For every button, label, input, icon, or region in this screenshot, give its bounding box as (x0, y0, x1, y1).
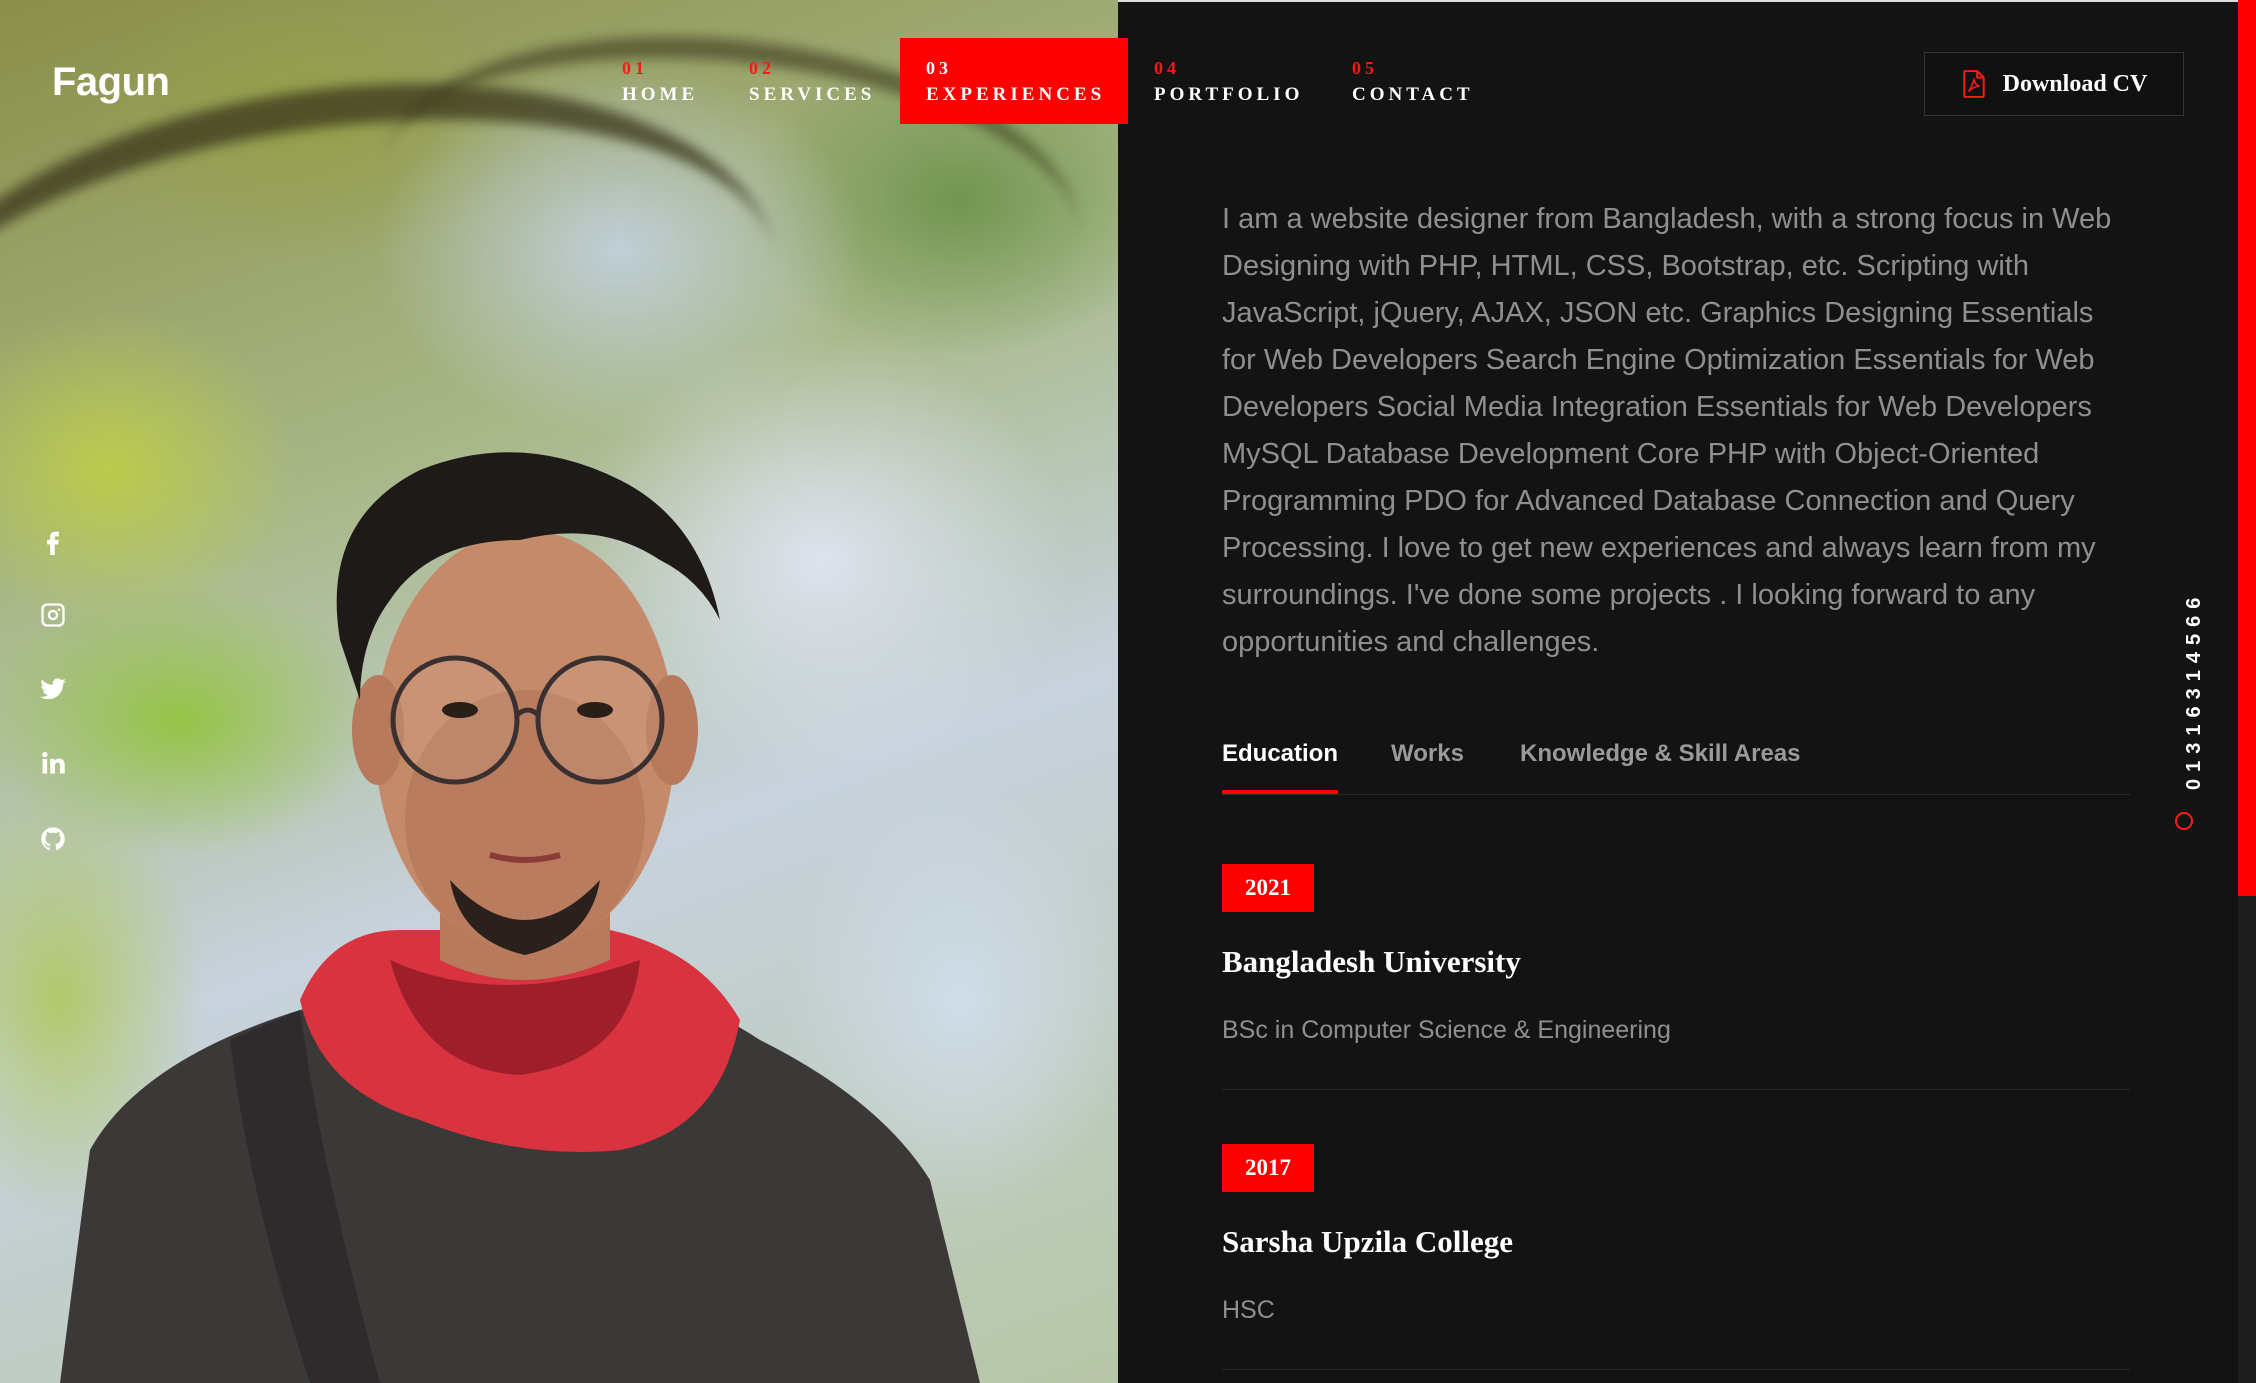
about-text: I am a website designer from Bangladesh,… (1222, 203, 2112, 658)
divider (1222, 1089, 2130, 1090)
download-cv-label: Download CV (2002, 70, 2148, 97)
nav-services[interactable]: 02 SERVICES (749, 38, 875, 124)
instagram-icon[interactable] (36, 598, 70, 632)
github-icon[interactable] (36, 822, 70, 856)
linkedin-icon[interactable] (36, 746, 70, 780)
nav-label: CONTACT (1352, 84, 1474, 105)
phone-number-text: 01316314566 (2183, 590, 2205, 790)
year-badge: 2021 (1222, 864, 1314, 912)
site-logo[interactable]: Fagun (52, 60, 170, 105)
tab-works[interactable]: Works (1391, 740, 1464, 792)
nav-number: 05 (1352, 58, 1378, 78)
nav-number: 02 (749, 58, 775, 78)
year-badge: 2017 (1222, 1144, 1314, 1192)
tab-education[interactable]: Education (1222, 740, 1339, 794)
degree-text: HSC (1222, 1296, 1275, 1324)
scrollbar-thumb[interactable] (2238, 0, 2256, 896)
nav-number: 01 (622, 58, 648, 78)
phone-ring-icon (2175, 812, 2193, 830)
nav-portfolio[interactable]: 04 PORTFOLIO (1154, 38, 1304, 124)
top-border (1118, 0, 2238, 2)
twitter-icon[interactable] (36, 672, 70, 706)
profile-photo (0, 0, 1118, 1383)
tab-knowledge-skill-areas[interactable]: Knowledge & Skill Areas (1520, 740, 1801, 792)
nav-contact[interactable]: 05 CONTACT (1352, 38, 1476, 124)
divider (1222, 1369, 2130, 1370)
nav-home[interactable]: 01 HOME (622, 38, 698, 124)
institution-name: Sarsha Upzila College (1222, 1224, 1514, 1259)
nav-number: 04 (1154, 58, 1180, 78)
nav-number: 03 (926, 58, 952, 78)
facebook-icon[interactable] (36, 524, 70, 558)
nav-label: SERVICES (749, 84, 876, 105)
nav-experiences[interactable]: 03 EXPERIENCES (900, 38, 1128, 124)
person-figure (60, 452, 980, 1383)
nav-label: HOME (622, 84, 699, 105)
nav-label: PORTFOLIO (1154, 84, 1304, 105)
institution-name: Bangladesh University (1222, 944, 1521, 979)
degree-text: BSc in Computer Science & Engineering (1222, 1016, 1671, 1044)
download-cv-button[interactable]: Download CV (1924, 52, 2184, 116)
pdf-file-icon (1962, 70, 1985, 98)
nav-label: EXPERIENCES (926, 84, 1106, 105)
experience-tabs: Education Works Knowledge & Skill Areas (1222, 740, 2130, 795)
